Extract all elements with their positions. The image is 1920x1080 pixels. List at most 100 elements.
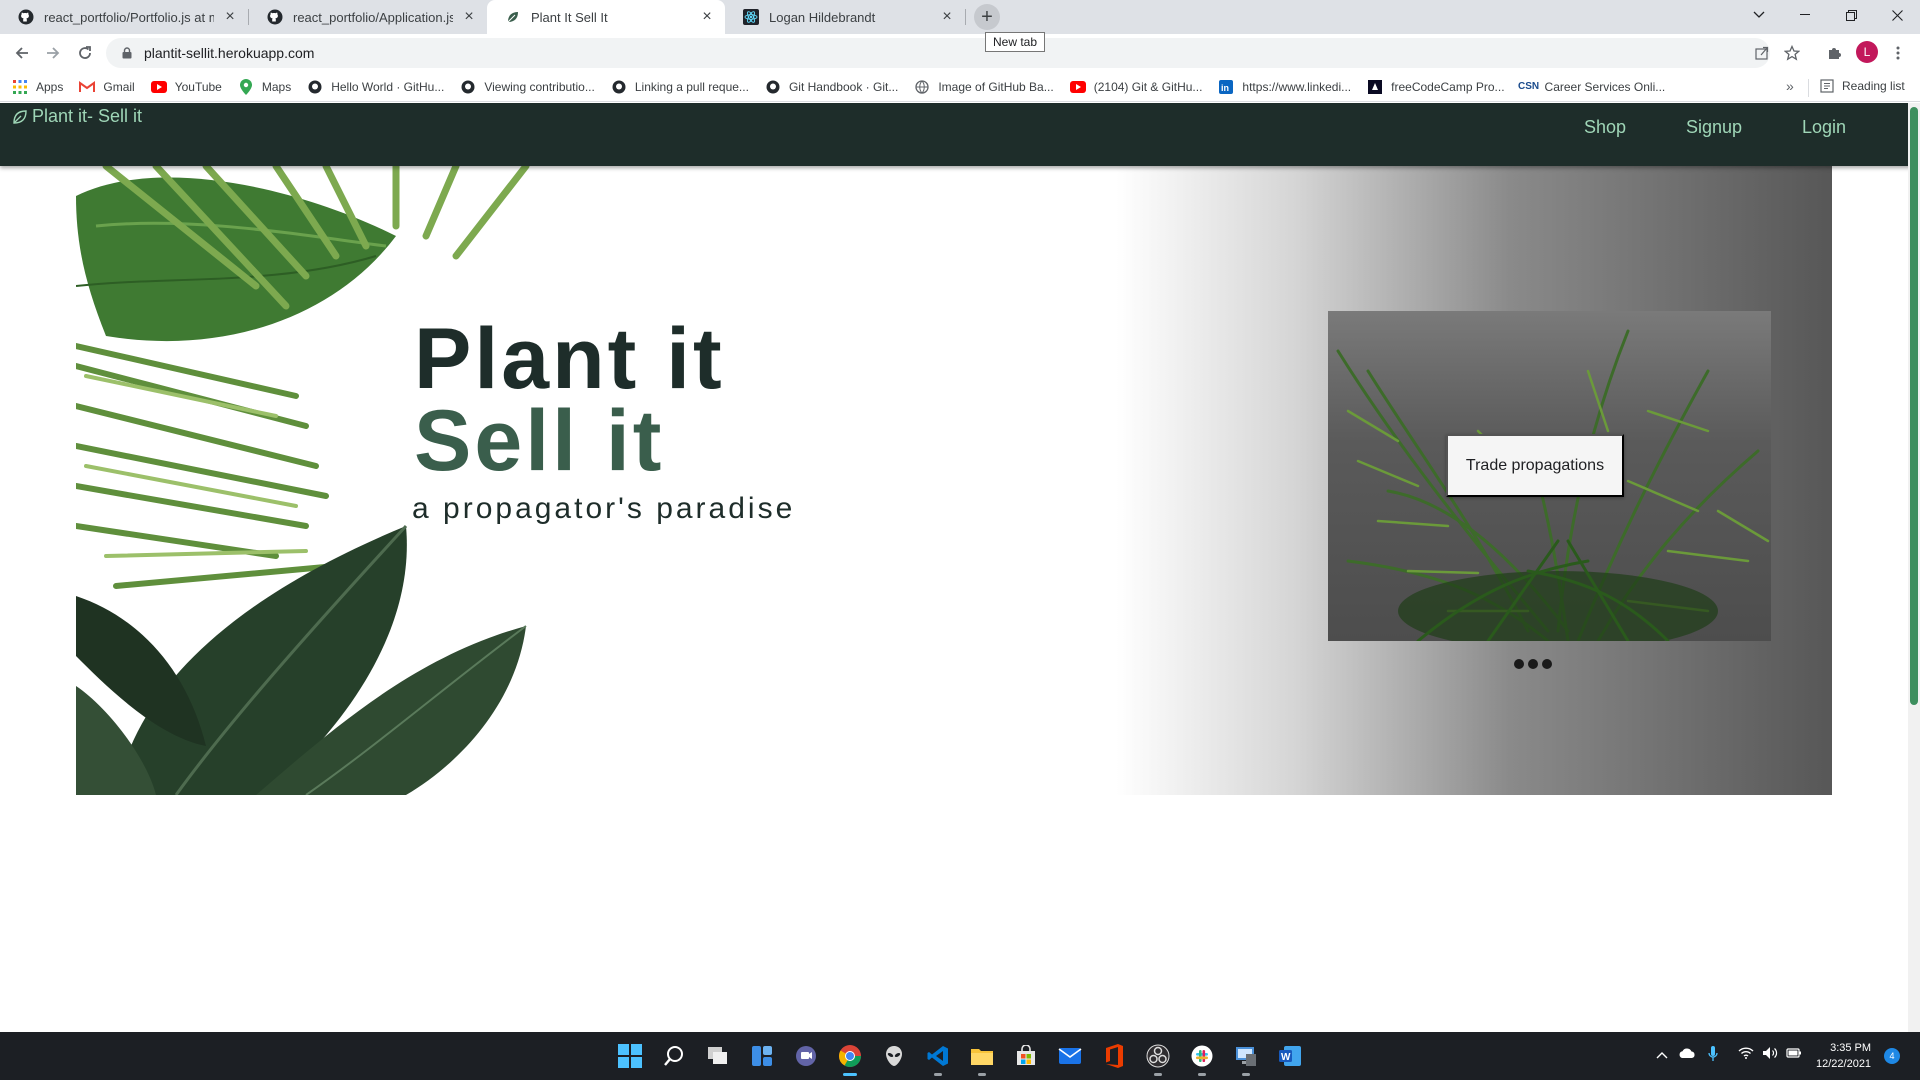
github-icon (267, 9, 283, 25)
bookmark-label: Linking a pull reque... (634, 79, 749, 94)
notification-badge[interactable]: 4 (1884, 1048, 1900, 1064)
carousel-dot-3[interactable] (1542, 659, 1552, 669)
obs-icon[interactable] (1142, 1040, 1174, 1076)
tab-logan-hildebrandt[interactable]: Logan Hildebrandt × (725, 0, 965, 34)
close-window-button[interactable] (1874, 0, 1920, 30)
more-bookmarks-chevron-icon[interactable]: » (1786, 78, 1794, 94)
file-explorer-icon[interactable] (966, 1040, 998, 1076)
bookmark-apps[interactable]: Apps (12, 79, 63, 95)
mail-icon[interactable] (1054, 1040, 1086, 1072)
bookmark-git-github-video[interactable]: (2104) Git & GitHu... (1069, 79, 1203, 95)
bookmark-label: Git Handbook · Git... (788, 79, 899, 94)
leaf-icon (505, 9, 521, 25)
new-tab-button[interactable]: + (974, 4, 1000, 30)
onedrive-cloud-icon[interactable] (1678, 1046, 1696, 1062)
running-indicator (934, 1073, 942, 1076)
forward-button[interactable] (41, 41, 65, 65)
bookmark-star-button[interactable] (1780, 41, 1804, 65)
close-icon[interactable]: × (939, 9, 955, 25)
nav-shop[interactable]: Shop (1584, 117, 1626, 138)
bookmark-youtube[interactable]: YouTube (150, 79, 222, 95)
minimize-button[interactable] (1782, 0, 1828, 30)
bookmark-viewing-contributions[interactable]: Viewing contributio... (460, 79, 595, 95)
nav-login[interactable]: Login (1802, 117, 1846, 138)
brand-link[interactable]: Plant it- Sell it (12, 106, 142, 127)
reading-list-button[interactable]: Reading list (1820, 79, 1905, 93)
close-icon[interactable]: × (461, 9, 477, 25)
freecodecamp-icon (1367, 79, 1383, 95)
bookmark-hello-world[interactable]: Hello World · GitHu... (307, 79, 444, 95)
windows-start-icon[interactable] (614, 1040, 646, 1072)
bookmark-gmail[interactable]: Gmail (79, 79, 135, 95)
tab-application[interactable]: react_portfolio/Application.js at m × (249, 0, 487, 34)
vscode-icon[interactable] (922, 1040, 954, 1076)
bookmark-freecodecamp[interactable]: freeCodeCamp Pro... (1367, 79, 1505, 95)
minimize-icon (1800, 14, 1810, 15)
maps-pin-icon (238, 78, 254, 95)
battery-icon[interactable] (1786, 1046, 1802, 1062)
site-navbar: Plant it- Sell it Shop Signup Login (0, 103, 1920, 166)
widgets-icon[interactable] (746, 1040, 778, 1072)
trade-propagations-button[interactable]: Trade propagations (1446, 434, 1624, 497)
bookmark-linking-pull-request[interactable]: Linking a pull reque... (611, 79, 749, 95)
microsoft-store-icon[interactable] (1010, 1040, 1042, 1072)
tab-search-button[interactable] (1736, 0, 1782, 30)
github-icon (611, 79, 627, 95)
remote-desktop-icon[interactable] (1230, 1040, 1262, 1076)
back-button[interactable] (10, 41, 34, 65)
new-tab-tooltip: New tab (985, 32, 1046, 52)
bookmark-maps[interactable]: Maps (238, 78, 291, 95)
bookmark-label: Apps (36, 79, 64, 94)
tab-title: react_portfolio/Portfolio.js at ma (44, 9, 214, 25)
slack-icon[interactable] (1186, 1040, 1218, 1076)
profile-avatar[interactable]: L (1856, 41, 1878, 63)
bookmark-git-handbook[interactable]: Git Handbook · Git... (765, 79, 898, 95)
reading-list-label: Reading list (1842, 79, 1905, 93)
share-button[interactable] (1750, 41, 1774, 65)
taskbar-clock[interactable]: 3:35 PM 12/22/2021 (1816, 1040, 1871, 1072)
search-icon[interactable] (658, 1040, 690, 1072)
carousel-dot-1[interactable] (1514, 659, 1524, 669)
wifi-icon[interactable] (1738, 1046, 1754, 1062)
csn-icon: CSN (1517, 81, 1540, 92)
bookmark-career-services[interactable]: CSN Career Services Onli... (1517, 79, 1666, 95)
tab-strip: react_portfolio/Portfolio.js at ma × rea… (0, 0, 1920, 52)
clock-time: 3:35 PM (1830, 1042, 1872, 1054)
extensions-button[interactable] (1822, 41, 1846, 65)
show-hidden-icons-chevron-icon[interactable] (1656, 1046, 1668, 1062)
leaf-icon (13, 109, 27, 124)
address-bar[interactable]: plantit-sellit.herokuapp.com (106, 38, 1770, 68)
reading-list-icon (1820, 79, 1834, 93)
tab-portfolio[interactable]: react_portfolio/Portfolio.js at ma × (0, 0, 248, 34)
volume-icon[interactable] (1762, 1046, 1778, 1063)
tab-plant-it-sell-it[interactable]: Plant It Sell It × (487, 0, 725, 34)
close-icon[interactable]: × (222, 9, 238, 25)
kebab-menu-icon (1896, 46, 1900, 60)
bookmark-label: Career Services Onli... (1544, 79, 1666, 94)
browser-menu-button[interactable] (1886, 41, 1910, 65)
youtube-icon (1069, 79, 1086, 95)
arrow-right-icon (47, 47, 60, 59)
teams-chat-icon[interactable] (790, 1040, 822, 1072)
bookmark-linkedin[interactable]: in https://www.linkedi... (1218, 79, 1351, 95)
nav-signup[interactable]: Signup (1686, 117, 1742, 138)
office-icon[interactable] (1098, 1040, 1130, 1072)
carousel-dot-2[interactable] (1528, 659, 1538, 669)
task-view-icon[interactable] (702, 1040, 734, 1072)
reload-button[interactable] (73, 41, 97, 65)
word-icon[interactable]: W (1274, 1040, 1306, 1072)
bookmark-image-of-github[interactable]: Image of GitHub Ba... (914, 79, 1054, 95)
url-text: plantit-sellit.herokuapp.com (144, 45, 315, 61)
github-icon (765, 79, 781, 95)
restore-icon (1845, 9, 1857, 21)
bookmark-label: (2104) Git & GitHu... (1093, 79, 1203, 94)
linkedin-icon: in (1218, 79, 1234, 95)
chrome-icon[interactable] (834, 1040, 866, 1076)
scrollbar-thumb[interactable] (1910, 107, 1918, 705)
alienware-icon[interactable] (878, 1040, 910, 1072)
microphone-icon[interactable] (1708, 1046, 1718, 1065)
close-icon[interactable]: × (699, 9, 715, 25)
bookmarks-divider (1808, 79, 1809, 97)
restore-button[interactable] (1828, 0, 1874, 30)
browser-toolbar: plantit-sellit.herokuapp.com L (0, 34, 1920, 72)
